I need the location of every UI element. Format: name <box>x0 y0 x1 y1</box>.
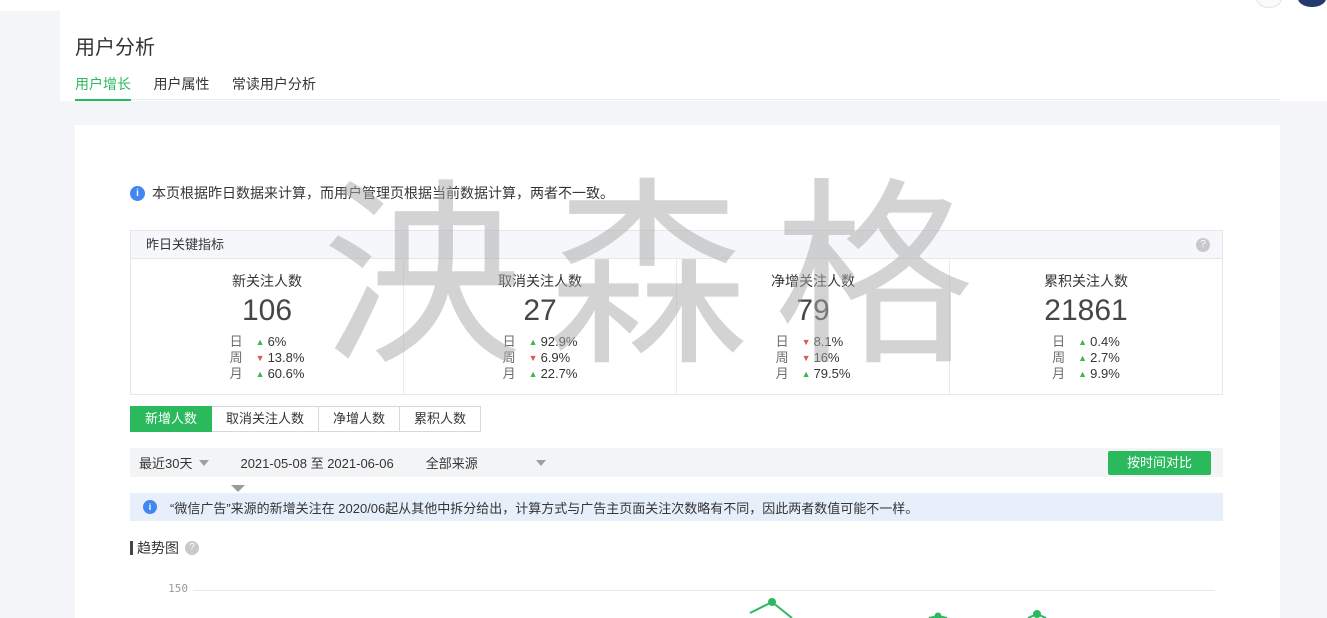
stat-row: 周▼16% <box>776 350 851 366</box>
info-icon: i <box>143 500 157 514</box>
stat-value: 13.8% <box>268 350 305 365</box>
help-icon[interactable]: ? <box>185 541 199 555</box>
stat-row: 周▲2.7% <box>1052 350 1120 366</box>
trend-arrow-icon: ▲ <box>256 335 268 350</box>
trend-arrow-icon: ▲ <box>1078 335 1090 350</box>
stat-row: 月▲60.6% <box>230 366 305 382</box>
stat-value: 6.9% <box>541 350 571 365</box>
stat-row: 日▲6% <box>230 334 305 350</box>
trend-chart-title: 趋势图 <box>137 538 179 558</box>
stat-row: 日▲0.4% <box>1052 334 1120 350</box>
metrics-body: 新关注人数 106 日▲6% 周▼13.8% 月▲60.6% 取消关注人数 27… <box>131 259 1222 395</box>
segment-unfollowers[interactable]: 取消关注人数 <box>211 406 319 432</box>
tab-user-attributes[interactable]: 用户属性 <box>153 75 209 100</box>
metric-label: 净增关注人数 <box>677 271 949 291</box>
stat-value: 8.1% <box>814 334 844 349</box>
segment-net-increase[interactable]: 净增人数 <box>318 406 400 432</box>
ad-notice-text: “微信广告”来源的新增关注在 2020/06起从其他中拆分给出，计算方式与广告主… <box>170 498 918 517</box>
collapse-notice-caret[interactable] <box>231 485 245 492</box>
page-title: 用户分析 <box>75 31 155 60</box>
browser-avatar-icon[interactable] <box>1256 0 1282 8</box>
source-dropdown[interactable]: 全部来源 <box>426 453 546 472</box>
source-value: 全部来源 <box>426 453 478 472</box>
stat-row: 日▲92.9% <box>503 334 578 350</box>
trend-arrow-icon: ▲ <box>529 335 541 350</box>
stat-row: 日▼8.1% <box>776 334 851 350</box>
metric-segment-buttons: 新增人数 取消关注人数 净增人数 累积人数 <box>130 406 481 432</box>
main-panel: i 本页根据昨日数据来计算，而用户管理页根据当前数据计算，两者不一致。 昨日关键… <box>75 125 1280 618</box>
page-header: 用户分析 用户增长 用户属性 常读用户分析 <box>60 11 1327 101</box>
stat-value: 22.7% <box>541 366 578 381</box>
info-icon: i <box>130 186 145 201</box>
metric-value: 79 <box>677 294 949 328</box>
date-range-value: 最近30天 <box>139 453 192 472</box>
trend-arrow-icon: ▲ <box>1078 367 1090 382</box>
segment-cumulative[interactable]: 累积人数 <box>399 406 481 432</box>
stat-value: 2.7% <box>1090 350 1120 365</box>
metric-net-increase: 净增关注人数 79 日▼8.1% 周▼16% 月▲79.5% <box>676 259 949 395</box>
trend-arrow-icon: ▲ <box>529 367 541 382</box>
wechat-ad-notice: i “微信广告”来源的新增关注在 2020/06起从其他中拆分给出，计算方式与广… <box>130 493 1223 521</box>
compare-by-time-button[interactable]: 按时间对比 <box>1108 451 1211 475</box>
top-strip <box>0 0 1327 11</box>
metric-value: 106 <box>131 294 403 328</box>
metric-label: 取消关注人数 <box>404 271 676 291</box>
stat-value: 0.4% <box>1090 334 1120 349</box>
chevron-down-icon <box>199 460 209 466</box>
trend-arrow-icon: ▼ <box>802 335 814 350</box>
stat-row: 月▲22.7% <box>503 366 578 382</box>
stat-row: 月▲79.5% <box>776 366 851 382</box>
metric-stats: 日▲6% 周▼13.8% 月▲60.6% <box>230 334 305 382</box>
metric-value: 21861 <box>950 294 1222 328</box>
trend-arrow-icon: ▼ <box>256 351 268 366</box>
stat-value: 79.5% <box>814 366 851 381</box>
stat-row: 周▼13.8% <box>230 350 305 366</box>
trend-arrow-icon: ▲ <box>802 367 814 382</box>
metric-label: 新关注人数 <box>131 271 403 291</box>
trend-arrow-icon: ▲ <box>256 367 268 382</box>
stat-value: 60.6% <box>268 366 305 381</box>
trend-arrow-icon: ▼ <box>802 351 814 366</box>
tab-regular-readers[interactable]: 常读用户分析 <box>232 75 316 100</box>
metric-new-followers: 新关注人数 106 日▲6% 周▼13.8% 月▲60.6% <box>131 259 403 395</box>
metric-label: 累积关注人数 <box>950 271 1222 291</box>
stat-row: 周▼6.9% <box>503 350 578 366</box>
metric-stats: 日▼8.1% 周▼16% 月▲79.5% <box>776 334 851 382</box>
metrics-card-header: 昨日关键指标 ? <box>131 231 1222 259</box>
section-marker <box>130 541 133 555</box>
tab-user-growth[interactable]: 用户增长 <box>75 75 131 100</box>
segment-new-followers[interactable]: 新增人数 <box>130 406 212 432</box>
trend-line-chart[interactable] <box>75 565 1280 618</box>
chevron-down-icon <box>536 460 546 466</box>
metric-value: 27 <box>404 294 676 328</box>
metrics-card-title: 昨日关键指标 <box>146 237 224 252</box>
trend-arrow-icon: ▼ <box>529 351 541 366</box>
stat-value: 16% <box>814 350 840 365</box>
stat-value: 92.9% <box>541 334 578 349</box>
yesterday-metrics-card: 昨日关键指标 ? 新关注人数 106 日▲6% 周▼13.8% 月▲60.6% … <box>130 230 1223 395</box>
stat-row: 月▲9.9% <box>1052 366 1120 382</box>
tab-bar: 用户增长 用户属性 常读用户分析 <box>75 75 1280 100</box>
data-notice: i 本页根据昨日数据来计算，而用户管理页根据当前数据计算，两者不一致。 <box>130 183 614 203</box>
user-analysis-page: 用户分析 用户增长 用户属性 常读用户分析 i 本页根据昨日数据来计算，而用户管… <box>0 0 1327 618</box>
metric-stats: 日▲92.9% 周▼6.9% 月▲22.7% <box>503 334 578 382</box>
date-range-text[interactable]: 2021-05-08 至 2021-06-06 <box>240 453 393 472</box>
notice-text: 本页根据昨日数据来计算，而用户管理页根据当前数据计算，两者不一致。 <box>152 183 614 203</box>
help-icon[interactable]: ? <box>1196 238 1210 252</box>
trend-chart-header: 趋势图 ? <box>130 538 199 558</box>
stat-value: 6% <box>268 334 287 349</box>
trend-arrow-icon: ▲ <box>1078 351 1090 366</box>
filter-bar: 最近30天 2021-05-08 至 2021-06-06 全部来源 按时间对比 <box>130 448 1223 477</box>
date-range-dropdown[interactable]: 最近30天 <box>139 453 209 472</box>
metric-cumulative-followers: 累积关注人数 21861 日▲0.4% 周▲2.7% 月▲9.9% <box>949 259 1222 395</box>
metric-stats: 日▲0.4% 周▲2.7% 月▲9.9% <box>1052 334 1120 382</box>
metric-unfollowers: 取消关注人数 27 日▲92.9% 周▼6.9% 月▲22.7% <box>403 259 676 395</box>
account-avatar-icon[interactable] <box>1298 0 1326 7</box>
stat-value: 9.9% <box>1090 366 1120 381</box>
